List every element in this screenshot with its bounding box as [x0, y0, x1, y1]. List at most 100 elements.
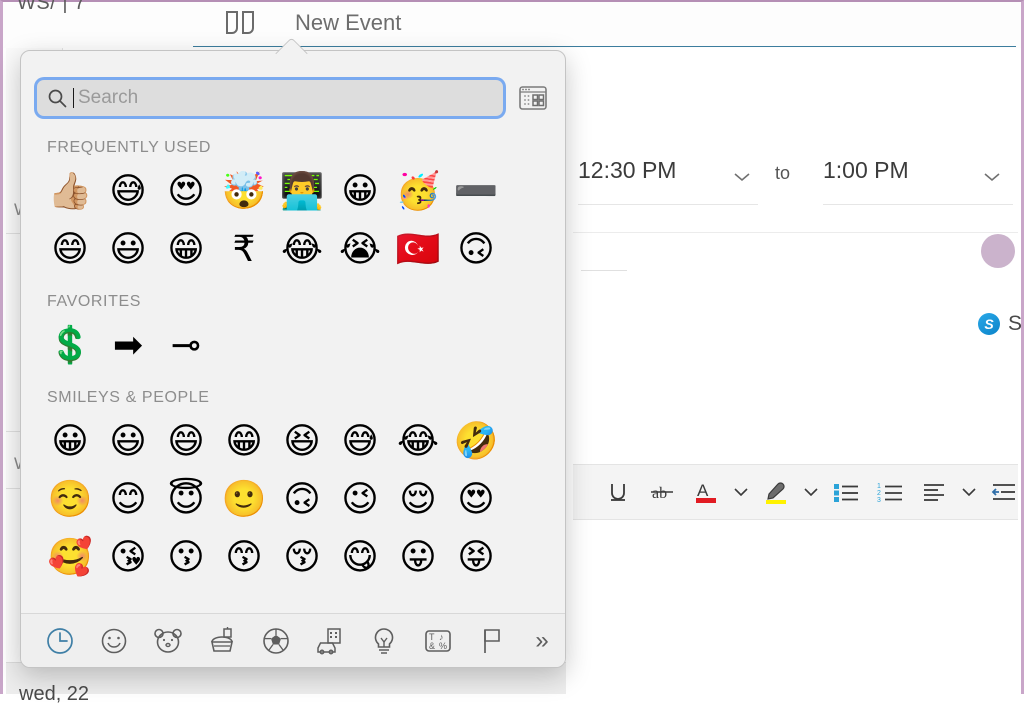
align-left-button[interactable] — [917, 475, 951, 509]
tab-frequently-used[interactable] — [33, 619, 87, 663]
avatar[interactable] — [981, 234, 1015, 268]
emoji-cell[interactable]: ☺️ — [41, 471, 99, 529]
emoji-cell[interactable]: 😌 — [389, 471, 447, 529]
skype-meeting-row[interactable]: S S — [978, 312, 1022, 336]
page-title: New Event — [295, 10, 401, 36]
emoji-cell[interactable]: 😄 — [157, 413, 215, 471]
emoji-cell[interactable]: 😗 — [157, 529, 215, 587]
svg-text:2: 2 — [877, 490, 881, 497]
emoji-cell[interactable]: 😋 — [331, 529, 389, 587]
emoji-cell[interactable]: 😅 — [331, 413, 389, 471]
popover-pointer — [272, 36, 310, 54]
formatting-toolbar: ab A — [573, 464, 1018, 520]
svg-text:A: A — [697, 481, 709, 500]
emoji-cell[interactable]: 🇹🇷 — [389, 221, 447, 279]
tab-flags[interactable] — [465, 619, 519, 663]
emoji-cell[interactable]: 😆 — [273, 413, 331, 471]
emoji-cell[interactable]: 😃 — [99, 413, 157, 471]
emoji-cell[interactable]: ⊸ — [157, 317, 215, 375]
emoji-cell[interactable]: 😚 — [273, 529, 331, 587]
emoji-picker-popover: Search FREQUENT — [20, 50, 566, 668]
tab-animals-nature[interactable] — [141, 619, 195, 663]
emoji-cell[interactable]: 🙃 — [447, 221, 505, 279]
emoji-cell[interactable]: 😭 — [331, 221, 389, 279]
tab-smileys-people[interactable] — [87, 619, 141, 663]
font-color-caret-icon[interactable] — [733, 477, 749, 507]
tab-objects[interactable] — [357, 619, 411, 663]
emoji-cell[interactable]: ➖ — [447, 163, 505, 221]
quote-marks-icon[interactable] — [221, 6, 261, 42]
svg-text:ab: ab — [652, 485, 667, 502]
search-icon — [47, 88, 67, 108]
chevron-down-icon[interactable] — [733, 169, 751, 179]
start-time-field[interactable]: 12:30 PM — [578, 152, 758, 205]
emoji-search-row: Search — [21, 71, 565, 125]
emoji-cell[interactable]: ₹ — [215, 221, 273, 279]
emoji-cell[interactable]: 😛 — [389, 529, 447, 587]
tab-food-drink[interactable] — [195, 619, 249, 663]
emoji-cell[interactable]: 😝 — [447, 529, 505, 587]
character-viewer-icon[interactable] — [517, 84, 549, 112]
highlight-button[interactable] — [759, 475, 793, 509]
svg-text:1: 1 — [877, 483, 881, 490]
emoji-cell[interactable]: 🙂 — [215, 471, 273, 529]
strikethrough-button[interactable]: ab — [645, 475, 679, 509]
skype-icon: S — [978, 313, 1000, 335]
emoji-cell[interactable]: 🤣 — [447, 413, 505, 471]
svg-text:%: % — [439, 641, 447, 651]
emoji-cell[interactable]: 😉 — [331, 471, 389, 529]
end-time-field[interactable]: 1:00 PM — [823, 152, 1013, 205]
emoji-cell[interactable]: ➡ — [99, 317, 157, 375]
emoji-cell[interactable]: 😘 — [99, 529, 157, 587]
field-underline — [581, 270, 627, 271]
search-input[interactable]: Search — [37, 80, 503, 116]
emoji-cell[interactable]: 💲 — [41, 317, 99, 375]
emoji-cell[interactable]: 😀 — [41, 413, 99, 471]
align-caret-icon[interactable] — [961, 477, 977, 507]
section-divider — [573, 232, 1018, 233]
emoji-cell[interactable]: 😁 — [157, 221, 215, 279]
chevron-down-icon[interactable] — [983, 169, 1001, 179]
emoji-grid-frequently-used: 👍🏼 😅 😍 🤯 👨‍💻 😀 🥳 ➖ 😄 😃 😁 ₹ 😂 😭 🇹🇷 🙃 — [21, 163, 565, 279]
highlight-caret-icon[interactable] — [803, 477, 819, 507]
window-header — [3, 2, 1021, 48]
emoji-cell[interactable]: 👨‍💻 — [273, 163, 331, 221]
emoji-cell[interactable]: 😄 — [41, 221, 99, 279]
emoji-cell[interactable]: 😙 — [215, 529, 273, 587]
emoji-cell[interactable]: 😇 — [157, 471, 215, 529]
emoji-cell[interactable]: 😍 — [447, 471, 505, 529]
window-cut-text-bottom: wed, 22 — [19, 683, 89, 706]
emoji-cell[interactable]: 😂 — [389, 413, 447, 471]
tab-activity[interactable] — [249, 619, 303, 663]
emoji-cell[interactable]: 🥰 — [41, 529, 99, 587]
more-categories-button[interactable]: » — [519, 619, 565, 663]
svg-text:3: 3 — [877, 497, 881, 503]
decrease-indent-button[interactable] — [987, 475, 1018, 509]
emoji-cell[interactable]: 😁 — [215, 413, 273, 471]
emoji-cell[interactable]: 😍 — [157, 163, 215, 221]
emoji-cell[interactable]: 😃 — [99, 221, 157, 279]
underline-button[interactable] — [601, 475, 635, 509]
section-title-frequently-used: FREQUENTLY USED — [21, 125, 565, 163]
search-placeholder: Search — [78, 87, 138, 109]
skype-label: S — [1008, 312, 1022, 336]
emoji-cell[interactable]: 👍🏼 — [41, 163, 99, 221]
emoji-cell[interactable]: 🤯 — [215, 163, 273, 221]
start-time-value: 12:30 PM — [578, 157, 676, 184]
emoji-grid-favorites: 💲 ➡ ⊸ — [21, 317, 565, 375]
emoji-cell[interactable]: 🙃 — [273, 471, 331, 529]
numbered-list-button[interactable]: 123 — [873, 475, 907, 509]
end-time-value: 1:00 PM — [823, 157, 909, 184]
emoji-cell[interactable]: 😂 — [273, 221, 331, 279]
emoji-scroll-area[interactable]: FREQUENTLY USED 👍🏼 😅 😍 🤯 👨‍💻 😀 🥳 ➖ 😄 😃 😁… — [21, 125, 565, 613]
text-cursor — [73, 88, 74, 108]
tab-travel-places[interactable] — [303, 619, 357, 663]
emoji-cell[interactable]: 😅 — [99, 163, 157, 221]
tab-symbols[interactable]: T♪ &% — [411, 619, 465, 663]
emoji-cell[interactable]: 🥳 — [389, 163, 447, 221]
emoji-cell[interactable]: 😀 — [331, 163, 389, 221]
emoji-category-tab-bar: T♪ &% » — [21, 613, 565, 667]
emoji-cell[interactable]: 😊 — [99, 471, 157, 529]
font-color-button[interactable]: A — [689, 475, 723, 509]
bulleted-list-button[interactable] — [829, 475, 863, 509]
